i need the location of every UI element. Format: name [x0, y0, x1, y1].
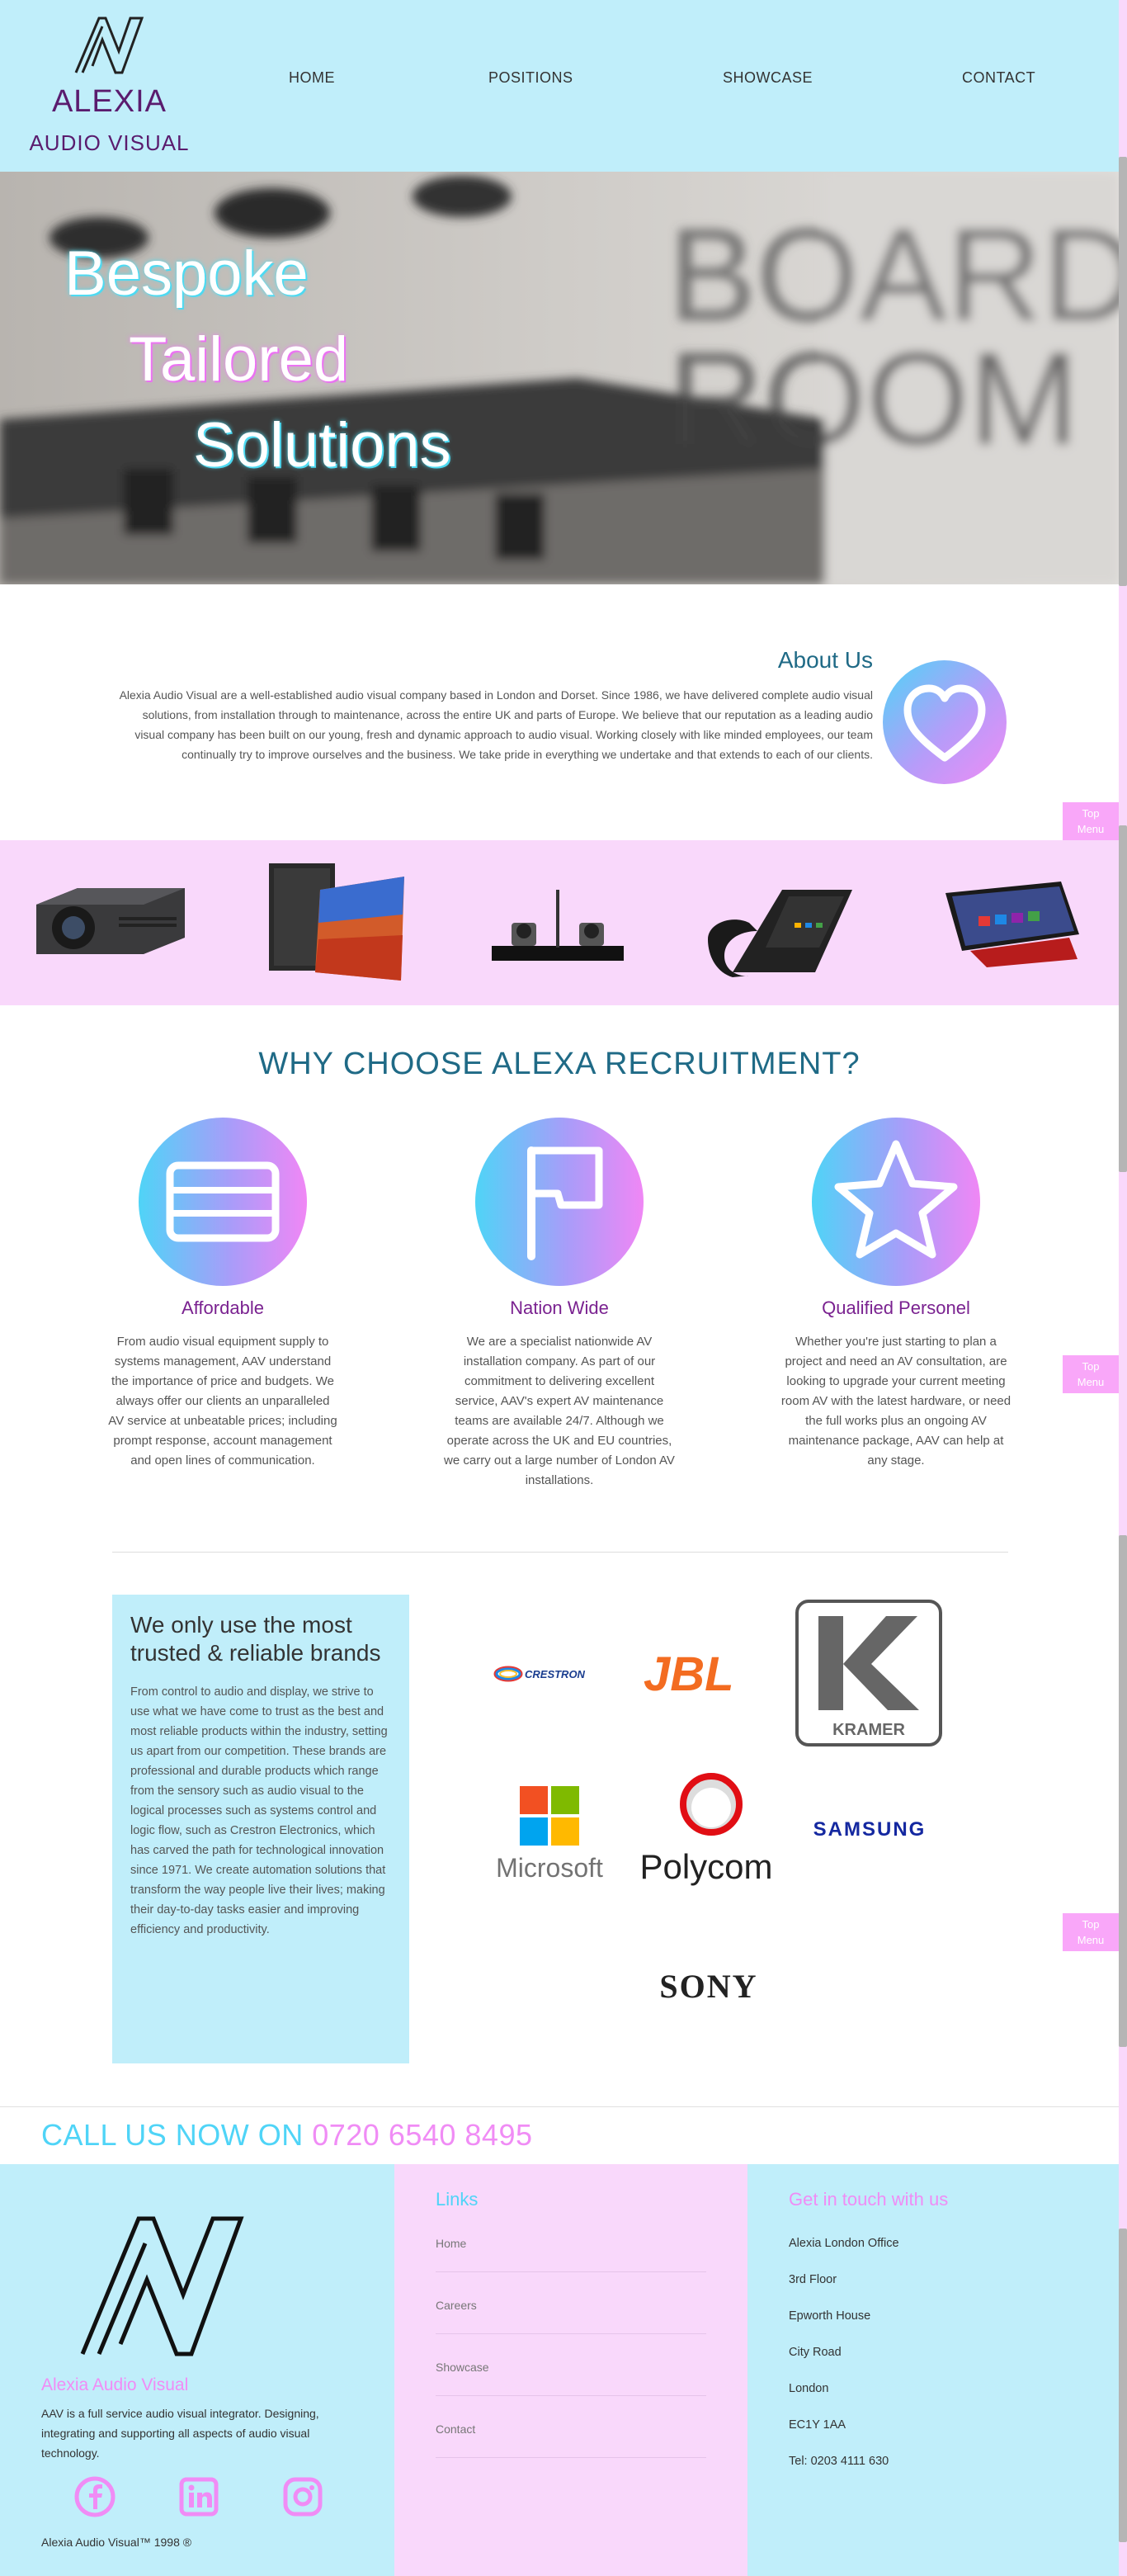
top-menu-line2: Menu [1077, 1376, 1105, 1388]
products-band [0, 840, 1119, 1005]
footer-link-showcase[interactable]: Showcase [436, 2361, 706, 2396]
instagram-icon[interactable] [282, 2476, 323, 2517]
top-menu-button[interactable]: Top Menu [1063, 1913, 1119, 1951]
address-line: 3rd Floor [789, 2273, 837, 2286]
crestron-logo: CRESTRON [493, 1666, 586, 1682]
why-title: WHY CHOOSE ALEXA RECRUITMENT? [258, 1047, 861, 1081]
footer-copyright: Alexia Audio Visual™ 1998 ® [41, 2536, 192, 2549]
site-header: ALEXIA AUDIO VISUAL HOME POSITIONS SHOWC… [0, 0, 1127, 172]
address-line: City Road [789, 2346, 842, 2359]
conference-phone-image [708, 890, 852, 977]
feature-text-qualified: Whether you're just starting to plan a p… [780, 1335, 1011, 1468]
samsung-logo: SAMSUNG [813, 1818, 927, 1841]
call-phone-number[interactable]: 0720 6540 8495 [312, 2118, 532, 2152]
call-banner: CALL US NOW ON 0720 6540 8495 [41, 2118, 533, 2153]
address-line: EC1Y 1AA [789, 2418, 846, 2432]
nav-positions[interactable]: POSITIONS [488, 69, 573, 87]
address-line: London [789, 2382, 829, 2395]
nav-showcase[interactable]: SHOWCASE [723, 69, 813, 87]
feature-text-affordable: From audio visual equipment supply to sy… [108, 1335, 337, 1468]
scrollbar-thumb[interactable] [1119, 2229, 1127, 2542]
footer-link-careers[interactable]: Careers [436, 2299, 706, 2334]
footer-brand-name: Alexia Audio Visual [41, 2375, 189, 2394]
footer-contact-column [747, 2164, 1119, 2576]
microsoft-logo-text: Microsoft [496, 1853, 603, 1883]
top-menu-line1: Top [1082, 1918, 1100, 1931]
footer-phone[interactable]: Tel: 0203 4111 630 [789, 2455, 889, 2468]
microsoft-logo: Microsoft [496, 1786, 603, 1883]
scrollbar-thumb[interactable] [1119, 825, 1127, 1172]
top-menu-line1: Top [1082, 1360, 1100, 1373]
av-logo-icon[interactable] [71, 12, 147, 78]
control-panel-image [945, 882, 1079, 967]
samsung-logo-text: SAMSUNG [813, 1818, 927, 1841]
polycom-logo: Polycom [639, 1773, 773, 1886]
top-menu-line2: Menu [1077, 1934, 1105, 1946]
section-divider [112, 1552, 1008, 1553]
svg-text:ROOM: ROOM [668, 324, 1079, 472]
flag-icon [475, 1118, 644, 1286]
sony-logo: SONY [659, 1968, 757, 2005]
feature-title-nationwide: Nation Wide [510, 1297, 609, 1318]
brands-info-box: We only use the most trusted & reliable … [112, 1595, 409, 2063]
hero-banner: BOARD ROOM Bespoke Tailored Solutions [0, 172, 1119, 584]
scrollbar-thumb[interactable] [1119, 1535, 1127, 2047]
polycom-logo-text: Polycom [639, 1847, 772, 1886]
top-menu-line1: Top [1082, 807, 1100, 820]
footer-av-logo-icon[interactable] [79, 2209, 252, 2357]
logo-name[interactable]: ALEXIA [0, 84, 219, 120]
brands-title: We only use the most trusted & reliable … [130, 1612, 381, 1666]
facebook-icon[interactable] [74, 2476, 116, 2517]
footer-link-contact[interactable]: Contact [436, 2422, 706, 2458]
footer-links-title: Links [436, 2189, 479, 2210]
hero-line-bespoke: Bespoke [64, 239, 309, 309]
led-panel-image [269, 863, 404, 981]
kramer-logo-text: KRAMER [832, 1721, 905, 1739]
footer-link-home[interactable]: Home [436, 2237, 706, 2272]
call-text: CALL US NOW ON [41, 2118, 304, 2152]
logo-subtitle[interactable]: AUDIO VISUAL [0, 130, 219, 156]
feature-text-nationwide: We are a specialist nationwide AV instal… [444, 1335, 675, 1487]
feature-title-qualified: Qualified Personel [822, 1297, 970, 1318]
linkedin-icon[interactable] [178, 2476, 219, 2517]
scrollbar-thumb[interactable] [1119, 157, 1127, 586]
call-divider [0, 2106, 1119, 2107]
page: ALEXIA AUDIO VISUAL HOME POSITIONS SHOWC… [0, 0, 1127, 2576]
top-menu-line2: Menu [1077, 823, 1105, 835]
nav-home[interactable]: HOME [289, 69, 335, 87]
kramer-logo: KRAMER [795, 1600, 942, 1746]
brands-text: From control to audio and display, we st… [130, 1685, 388, 1936]
about-title: About Us [777, 647, 873, 673]
crestron-logo-text: CRESTRON [525, 1668, 586, 1680]
hero-line-solutions: Solutions [193, 410, 451, 480]
camera-system-image [492, 890, 624, 961]
projector-image [36, 888, 185, 954]
jbl-logo: JBL [644, 1647, 734, 1697]
hero-line-tailored: Tailored [129, 324, 349, 395]
card-icon [139, 1118, 307, 1286]
footer-description: AAV is a full service audio visual integ… [41, 2407, 319, 2460]
jbl-logo-text: JBL [644, 1647, 734, 1697]
heart-icon [883, 660, 1007, 784]
sony-logo-text: SONY [659, 1968, 757, 2005]
feature-title-affordable: Affordable [182, 1297, 264, 1318]
top-menu-button[interactable]: Top Menu [1063, 802, 1119, 840]
top-menu-button[interactable]: Top Menu [1063, 1355, 1119, 1393]
address-line: Alexia London Office [789, 2237, 899, 2250]
address-line: Epworth House [789, 2309, 871, 2323]
star-icon [812, 1118, 980, 1286]
about-text: Alexia Audio Visual are a well-establish… [119, 688, 873, 761]
footer-contact-title: Get in touch with us [789, 2189, 949, 2210]
nav-contact[interactable]: CONTACT [962, 69, 1035, 87]
